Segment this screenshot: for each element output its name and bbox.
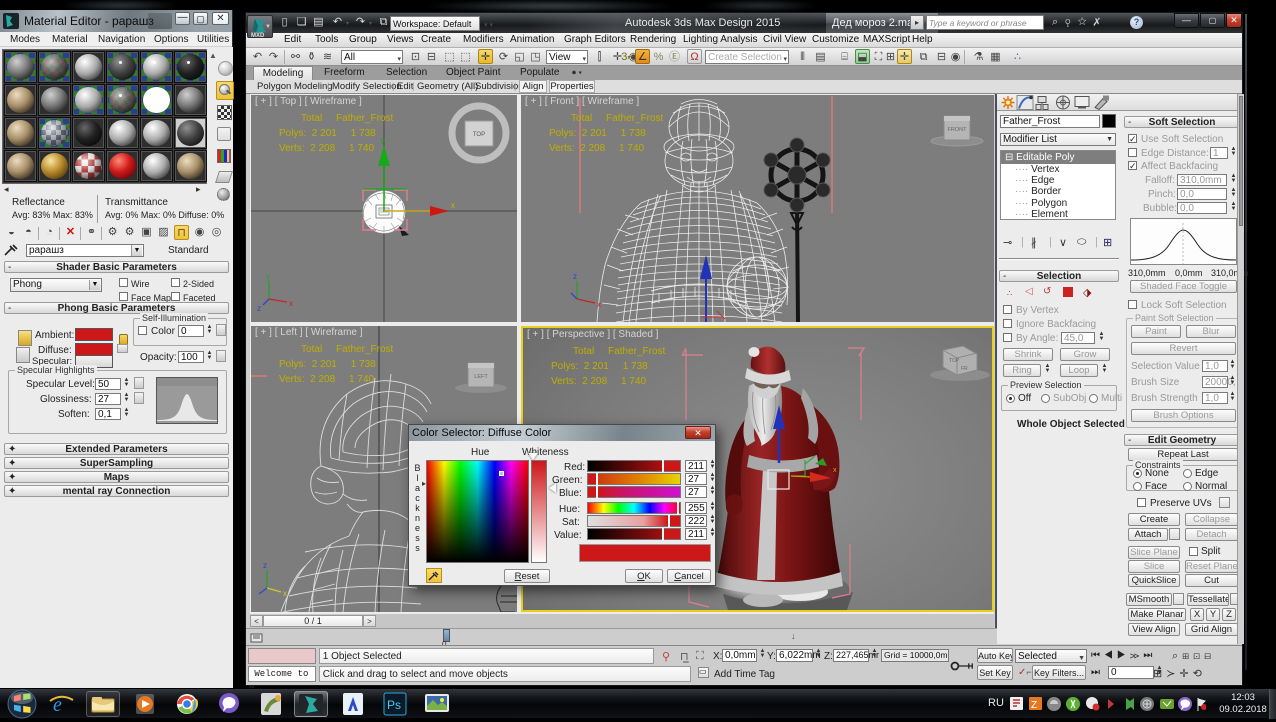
svg-text:Z: Z [1031,700,1037,711]
svg-text:z: z [257,304,261,313]
svg-text:FR: FR [961,366,968,372]
svg-text:y: y [266,272,270,281]
svg-text:TOP: TOP [473,132,485,138]
svg-text:z: z [263,561,267,570]
svg-text:z: z [573,272,577,281]
svg-text:FRONT: FRONT [948,127,968,133]
svg-text:TOP: TOP [949,358,960,364]
svg-text:Ps: Ps [387,698,401,712]
svg-text:x: x [283,589,287,598]
svg-text:x: x [597,300,601,309]
svg-text:x: x [833,467,837,474]
svg-text:x: x [289,299,293,308]
svg-text:LEFT: LEFT [474,374,488,380]
svg-text:x: x [451,201,455,210]
